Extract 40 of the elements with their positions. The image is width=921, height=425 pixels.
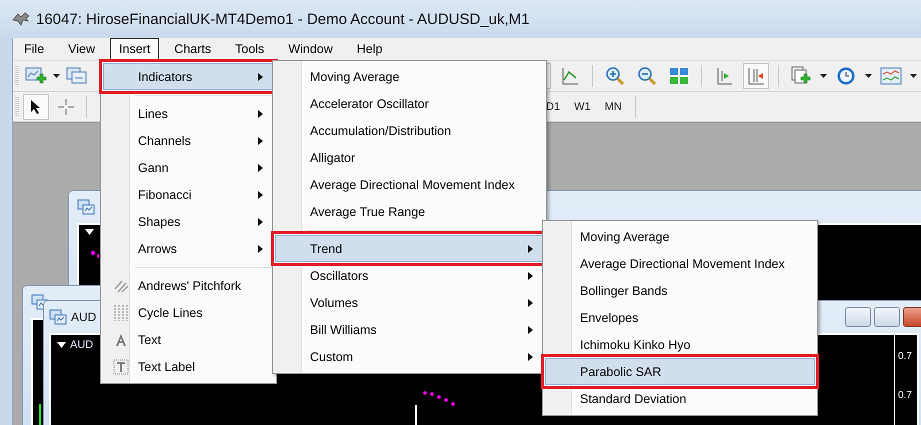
menu-item[interactable]: Volumes <box>275 289 544 316</box>
menu-item[interactable]: Moving Average <box>275 63 544 90</box>
menu-item[interactable]: File <box>15 38 54 60</box>
menu-item[interactable]: Standard Deviation <box>545 385 815 412</box>
menu-item[interactable]: Gann <box>103 154 274 181</box>
timeframe-button[interactable]: W1 <box>570 98 595 114</box>
price-label: 0.7 <box>897 390 913 401</box>
menu-item[interactable]: Oscillators <box>275 262 544 289</box>
menu-item[interactable]: Ichimoku Kinko Hyo <box>545 331 815 358</box>
chart-window-title: AUD <box>71 310 96 324</box>
menu-item[interactable]: Bill Williams <box>275 316 544 343</box>
menu-item[interactable]: Charts <box>165 38 220 60</box>
menu-item[interactable]: Andrews' Pitchfork <box>103 272 274 299</box>
menu-item[interactable]: Window <box>279 38 342 60</box>
menu-item[interactable]: Insert <box>110 38 160 60</box>
window-title: 16047: HiroseFinancialUK-MT4Demo1 - Demo Account - AUDUSD_uk,M1 <box>36 10 530 28</box>
menu-item[interactable]: Average True Range <box>275 198 544 225</box>
menu-item[interactable]: Accumulation/Distribution <box>275 117 544 144</box>
menu-item[interactable]: Moving Average <box>545 223 815 250</box>
chart-symbol-label: AUD <box>70 339 94 351</box>
menu-item[interactable]: Fibonacci <box>103 181 274 208</box>
menu-item[interactable]: Cycle Lines <box>103 299 274 326</box>
menu-item[interactable]: Channels <box>103 127 274 154</box>
menu-item[interactable]: Alligator <box>275 144 544 171</box>
menu-item[interactable]: View <box>59 38 104 60</box>
menu-item[interactable]: Average Directional Movement Index <box>545 250 815 277</box>
menu-item[interactable]: Shapes <box>103 208 274 235</box>
menu-item[interactable]: Accelerator Oscillator <box>275 90 544 117</box>
menu-item[interactable]: Arrows <box>103 235 274 262</box>
timeframe-button[interactable]: MN <box>600 98 626 114</box>
price-label: 0.7 <box>897 351 913 362</box>
menu-item[interactable]: Help <box>348 38 392 60</box>
menu-item[interactable]: Tools <box>226 38 274 60</box>
menu-item[interactable]: Text <box>103 326 274 353</box>
menu-item[interactable]: Average Directional Movement Index <box>275 171 544 198</box>
menu-item[interactable]: Custom <box>275 343 544 370</box>
menu-item[interactable]: Lines <box>103 100 274 127</box>
menu-item[interactable]: Text Label <box>103 353 274 380</box>
menu-item[interactable]: Envelopes <box>545 304 815 331</box>
menu-item[interactable]: Bollinger Bands <box>545 277 815 304</box>
